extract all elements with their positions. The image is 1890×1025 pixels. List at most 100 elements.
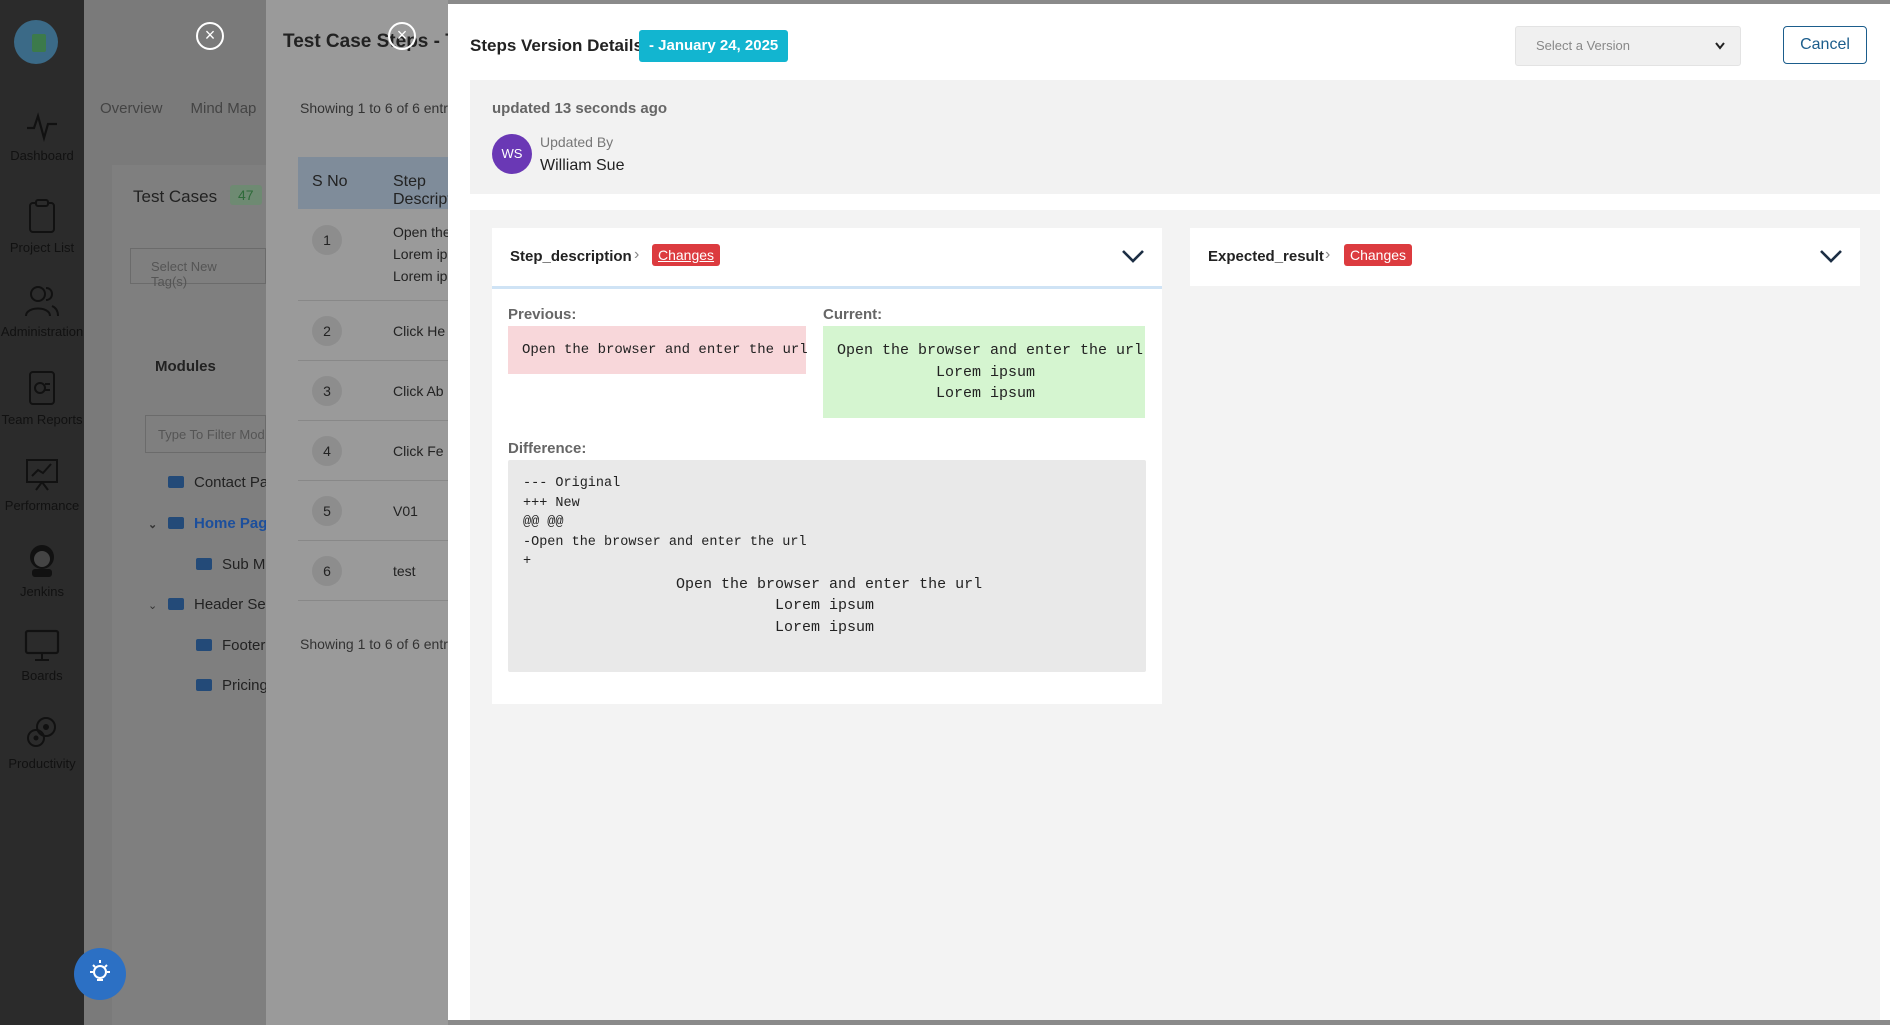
expected-result-header[interactable]: Expected_result › Changes <box>1190 228 1860 286</box>
nav-project-list[interactable]: Project List <box>0 198 84 255</box>
report-icon <box>29 371 55 405</box>
steps-table-header: S No Step Description <box>298 157 473 209</box>
row-number: 2 <box>312 316 342 346</box>
nav-label: Administration <box>0 324 84 339</box>
close-icon[interactable]: × <box>196 22 224 50</box>
field-name: Expected_result <box>1208 248 1324 265</box>
step-description-card: Step_description › Changes Previous: Ope… <box>492 228 1162 704</box>
nav-label: Project List <box>9 240 75 255</box>
app-sidebar: Dashboard Project List Administration Te… <box>0 0 84 1025</box>
nav-team-reports[interactable]: Team Reports <box>0 370 84 427</box>
expected-result-card[interactable]: Expected_result › Changes <box>1190 228 1860 286</box>
nav-dashboard[interactable]: Dashboard <box>0 112 84 163</box>
test-cases-panel <box>112 165 266 1025</box>
test-cases-title: Test Cases <box>133 187 218 206</box>
tree-item-label: Pricing <box>222 677 268 694</box>
row-text: V01 <box>393 503 418 519</box>
nav-boards[interactable]: Boards <box>0 628 84 683</box>
row-number: 5 <box>312 496 342 526</box>
step-description-header[interactable]: Step_description › Changes <box>492 228 1162 286</box>
nav-performance[interactable]: Performance <box>0 456 84 513</box>
folder-icon <box>168 476 184 488</box>
updated-by-name: William Sue <box>540 157 625 174</box>
row-number: 6 <box>312 556 342 586</box>
version-date-badge: - January 24, 2025 <box>639 30 789 62</box>
tips-button[interactable] <box>74 948 126 1000</box>
chevron-right-icon: › <box>1325 246 1331 263</box>
nav-label: Performance <box>4 498 80 513</box>
test-cases-count-badge: 47 <box>230 185 262 205</box>
row-text: test <box>393 563 416 579</box>
app-logo[interactable] <box>14 20 58 64</box>
nav-label: Dashboard <box>10 148 74 163</box>
version-select[interactable]: Select a Version <box>1515 26 1741 66</box>
row-text: Open the Lorem ip Lorem ip <box>393 224 451 284</box>
previous-label: Previous: <box>508 306 577 323</box>
tag-select[interactable]: Select New Tag(s) <box>130 248 266 289</box>
row-number: 4 <box>312 436 342 466</box>
entries-info: Showing 1 to 6 of 6 entries <box>300 100 466 116</box>
tree-item[interactable]: Footer <box>196 637 265 654</box>
update-info-panel: updated 13 seconds ago WS Updated By Wil… <box>470 80 1880 194</box>
table-row[interactable]: 3 Click Ab <box>298 361 448 421</box>
modal-header: Steps Version Details - January 24, 2025… <box>448 4 1890 84</box>
tab-overview[interactable]: Overview <box>100 100 163 117</box>
modules-title: Modules <box>155 358 216 375</box>
table-row[interactable]: 6 test <box>298 541 448 601</box>
folder-icon <box>168 598 184 610</box>
row-text: Click Ab <box>393 383 444 399</box>
changes-badge[interactable]: Changes <box>652 244 721 266</box>
chevron-down-icon[interactable]: ⌄ <box>148 518 162 531</box>
chevron-down-icon <box>1714 27 1726 80</box>
chevron-down-icon[interactable] <box>1818 242 1844 273</box>
close-icon[interactable]: × <box>388 22 416 50</box>
chevron-right-icon: › <box>634 246 640 263</box>
avatar: WS <box>492 134 532 174</box>
tab-mind-map[interactable]: Mind Map <box>191 100 257 117</box>
nav-administration[interactable]: Administration <box>0 284 84 339</box>
tree-item[interactable]: ⌄ Home Page <box>148 515 276 532</box>
current-label: Current: <box>823 306 883 323</box>
entries-info: Showing 1 to 6 of 6 entries <box>300 636 466 652</box>
column-header: S No <box>312 173 348 190</box>
pulse-icon <box>27 112 57 142</box>
tree-item[interactable]: Pricing <box>196 677 268 694</box>
difference-box: --- Original +++ New @@ @@ -Open the bro… <box>508 460 1146 672</box>
chevron-down-icon[interactable]: ⌄ <box>148 599 162 612</box>
modal-title: Steps Version Details <box>470 36 643 55</box>
cancel-button[interactable]: Cancel <box>1783 26 1867 64</box>
changes-content-area: Step_description › Changes Previous: Ope… <box>470 210 1880 1020</box>
folder-icon <box>196 639 212 651</box>
updated-time: updated 13 seconds ago <box>492 100 668 117</box>
header-divider <box>492 286 1162 289</box>
jenkins-icon <box>30 545 54 577</box>
clipboard-icon <box>29 199 55 233</box>
row-text: Click He <box>393 323 446 339</box>
row-text: Click Fe <box>393 443 444 459</box>
table-row[interactable]: 1 Open the Lorem ip Lorem ip <box>298 209 451 301</box>
module-filter-input[interactable]: Type To Filter Modules <box>145 415 266 453</box>
nav-label: Boards <box>21 668 63 683</box>
row-number: 1 <box>312 225 342 255</box>
tree-item-label: Footer <box>222 637 266 654</box>
gears-icon <box>27 717 56 747</box>
chart-board-icon <box>26 459 58 491</box>
drawer-title: Test Case Steps - T <box>283 31 457 52</box>
nav-jenkins[interactable]: Jenkins <box>0 542 84 599</box>
chevron-down-icon[interactable] <box>1120 242 1146 273</box>
table-row[interactable]: 4 Click Fe <box>298 421 448 481</box>
difference-label: Difference: <box>508 440 587 457</box>
folder-icon <box>196 679 212 691</box>
changes-badge[interactable]: Changes <box>1344 244 1413 266</box>
folder-icon <box>168 517 184 529</box>
lightbulb-icon <box>90 960 110 981</box>
nav-label: Jenkins <box>19 584 65 599</box>
updated-by-label: Updated By <box>540 134 614 150</box>
table-row[interactable]: 2 Click He <box>298 301 448 361</box>
nav-productivity[interactable]: Productivity <box>0 714 84 771</box>
diff-header: --- Original +++ New @@ @@ -Open the bro… <box>523 476 807 570</box>
field-name: Step_description <box>510 248 632 265</box>
row-number: 3 <box>312 376 342 406</box>
steps-version-modal: Steps Version Details - January 24, 2025… <box>448 4 1890 1020</box>
table-row[interactable]: 5 V01 <box>298 481 448 541</box>
